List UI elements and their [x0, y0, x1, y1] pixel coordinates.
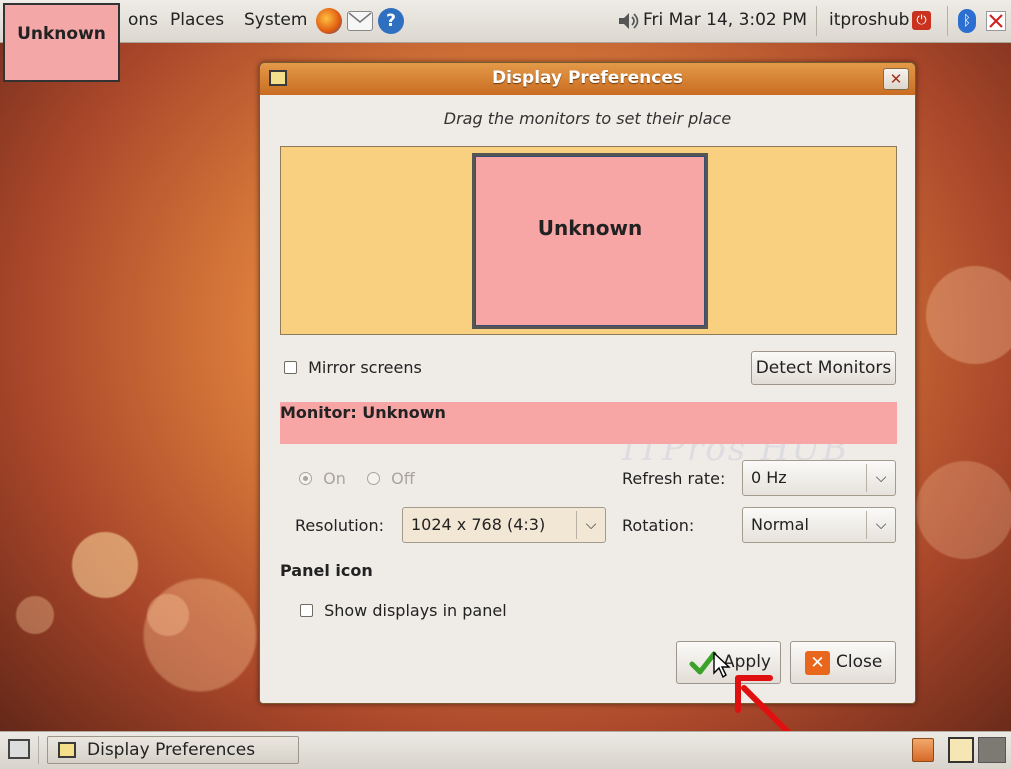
bluetooth-icon[interactable]: ᛒ	[958, 9, 976, 33]
show-displays-row[interactable]: Show displays in panel	[300, 600, 507, 620]
volume-icon[interactable]	[617, 11, 639, 36]
rotation-value: Normal	[751, 515, 809, 534]
on-radio	[299, 472, 312, 485]
close-label: Close	[836, 652, 883, 672]
show-displays-checkbox[interactable]	[300, 604, 313, 617]
off-radio	[367, 472, 380, 485]
workspace-2[interactable]	[978, 737, 1006, 763]
on-label: On	[323, 469, 346, 488]
detect-monitors-button[interactable]: Detect Monitors	[751, 351, 896, 385]
refresh-rate-select[interactable]: 0 Hz ⌵	[742, 460, 896, 496]
resolution-select[interactable]: 1024 x 768 (4:3) ⌵	[402, 507, 606, 543]
mirror-screens-row[interactable]: Mirror screens	[284, 357, 422, 377]
bottom-panel: Display Preferences	[0, 731, 1011, 769]
firefox-icon[interactable]	[316, 8, 342, 34]
mirror-screens-checkbox[interactable]	[284, 361, 297, 374]
dialog-title: Display Preferences	[491, 68, 684, 88]
panel-separator	[38, 736, 39, 764]
mirror-screens-label: Mirror screens	[308, 358, 422, 377]
off-label: Off	[391, 469, 415, 488]
trash-icon[interactable]	[912, 738, 934, 762]
monitor-on-option: On	[299, 468, 346, 488]
monitor-arrangement-area[interactable]: Unknown	[280, 146, 897, 335]
user-name[interactable]: itproshub	[829, 10, 909, 30]
workspace-1[interactable]	[948, 737, 974, 763]
refresh-rate-value: 0 Hz	[751, 468, 787, 487]
rotation-label: Rotation:	[622, 516, 695, 535]
monitor-heading-bar: Monitor: Unknown	[280, 402, 897, 444]
clock[interactable]: Fri Mar 14, 3:02 PM	[643, 10, 807, 30]
taskbar-item-label: Display Preferences	[87, 740, 256, 760]
resolution-label: Resolution:	[295, 516, 384, 535]
help-icon[interactable]: ?	[378, 8, 404, 34]
drag-hint: Drag the monitors to set their place	[443, 109, 732, 128]
network-icon[interactable]	[986, 11, 1006, 31]
display-preferences-dialog: Display Preferences ✕ Drag the monitors …	[259, 62, 916, 704]
refresh-rate-label: Refresh rate:	[622, 469, 726, 488]
monitor-box[interactable]: Unknown	[472, 153, 708, 329]
resolution-value: 1024 x 768 (4:3)	[411, 515, 546, 534]
rotation-select[interactable]: Normal ⌵	[742, 507, 896, 543]
top-panel: ons Places System ? Fri Mar 14, 3:02 PM …	[0, 0, 1011, 43]
panel-separator	[816, 6, 817, 36]
menu-system[interactable]: System	[244, 10, 307, 30]
menu-applications[interactable]: ons	[128, 10, 158, 30]
mouse-cursor-icon	[712, 651, 732, 683]
chevron-down-icon: ⌵	[866, 464, 895, 492]
taskbar-item-display-preferences[interactable]: Display Preferences	[47, 736, 299, 764]
power-icon[interactable]: ⏻	[912, 11, 931, 30]
close-icon: ✕	[889, 70, 903, 88]
monitor-off-option: Off	[367, 468, 415, 488]
mail-icon[interactable]	[347, 11, 373, 31]
panel-separator	[947, 6, 948, 36]
dialog-titlebar[interactable]: Display Preferences ✕	[260, 63, 915, 95]
monitor-identify-badge: Unknown	[3, 3, 120, 82]
chevron-down-icon: ⌵	[576, 511, 605, 539]
chevron-down-icon: ⌵	[866, 511, 895, 539]
menu-places[interactable]: Places	[170, 10, 224, 30]
show-displays-label: Show displays in panel	[324, 601, 507, 620]
display-icon	[58, 742, 76, 758]
show-desktop-icon[interactable]	[8, 739, 30, 759]
close-window-button[interactable]: ✕	[883, 68, 909, 90]
panel-icon-heading: Panel icon	[280, 561, 373, 580]
